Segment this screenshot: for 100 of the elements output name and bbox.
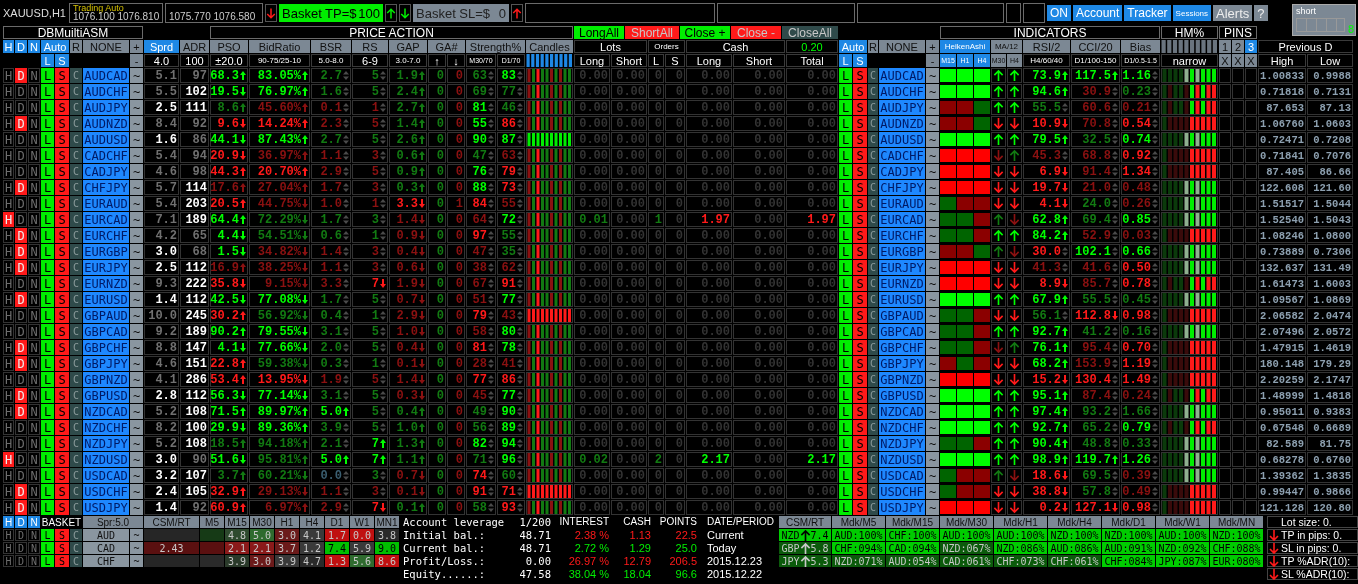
pin-cell[interactable] [1219,292,1231,307]
menu-button[interactable]: ~ [926,148,939,163]
c-button[interactable]: C [70,324,82,339]
pin-cell[interactable] [1245,228,1257,243]
menu-button[interactable]: ~ [130,148,143,163]
short-button[interactable]: S [853,244,867,259]
menu-button[interactable]: ~ [926,180,939,195]
long-button[interactable]: L [839,452,852,467]
short-button[interactable]: S [55,260,69,275]
column-header[interactable]: GA# [428,40,465,53]
menu-button[interactable]: ~ [130,542,143,554]
short-button[interactable]: S [853,196,867,211]
short-button[interactable]: S [853,340,867,355]
basket-sl-field[interactable]: Basket SL=$ 0 [413,4,509,22]
c-button[interactable]: C [70,542,82,554]
pin-cell[interactable] [1232,148,1244,163]
symbol-button[interactable]: NZDUSD [83,452,129,467]
long-button[interactable]: L [41,404,54,419]
pin-cell[interactable] [1219,372,1231,387]
long-button[interactable]: L [839,148,852,163]
c-button[interactable]: C [868,436,878,451]
long-button[interactable]: L [839,324,852,339]
toolbar-button[interactable]: Alerts [1213,5,1253,21]
c-button[interactable]: C [868,244,878,259]
symbol-button[interactable]: EURNZD [83,276,129,291]
pin-cell[interactable] [1219,436,1231,451]
pin-cell[interactable] [1219,500,1231,515]
symbol-button[interactable]: NZDCAD [83,404,129,419]
symbol-button[interactable]: CADCHF [879,148,925,163]
menu-button[interactable]: ~ [130,324,143,339]
pin-cell[interactable] [1232,244,1244,259]
flag-toggle[interactable]: H [3,324,14,339]
c-button[interactable]: C [868,196,878,211]
flag-toggle[interactable]: N [28,164,40,179]
pin-cell[interactable] [1219,260,1231,275]
filter-button[interactable]: N [28,40,40,53]
menu-button[interactable]: ~ [926,100,939,115]
currency-button[interactable]: CAD [83,542,129,554]
c-button[interactable]: C [70,404,82,419]
menu-button[interactable]: ~ [130,84,143,99]
flag-toggle[interactable]: N [28,356,40,371]
flag-toggle[interactable]: H [3,148,14,163]
remove-button[interactable]: - [926,54,939,67]
pin-cell[interactable] [1232,324,1244,339]
c-button[interactable]: C [70,436,82,451]
pin-cell[interactable] [1219,388,1231,403]
flag-toggle[interactable]: D [15,276,27,291]
pin-cell[interactable] [1245,164,1257,179]
flag-toggle[interactable]: H [3,372,14,387]
menu-button[interactable]: ~ [926,372,939,387]
symbol-button[interactable]: AUDJPY [879,100,925,115]
pin-cell[interactable] [1232,116,1244,131]
pin-cell[interactable] [1219,132,1231,147]
auto-button[interactable]: Auto [839,40,867,53]
flag-toggle[interactable]: H [3,308,14,323]
flag-toggle[interactable]: D [15,260,27,275]
short-button[interactable]: S [853,68,867,83]
filter-button[interactable]: H [3,40,14,53]
symbol-button[interactable]: AUDJPY [83,100,129,115]
menu-button[interactable]: ~ [926,228,939,243]
flag-toggle[interactable]: D [15,292,27,307]
action-button[interactable]: Close - [731,26,781,39]
short-button[interactable]: S [853,148,867,163]
symbol-button[interactable]: GBPCAD [879,324,925,339]
symbol-button[interactable]: GBPCHF [83,340,129,355]
pin-cell[interactable] [1219,116,1231,131]
c-button[interactable]: C [70,372,82,387]
menu-button[interactable]: ~ [926,452,939,467]
short-button[interactable]: S [853,308,867,323]
pin-cell[interactable] [1219,308,1231,323]
flag-toggle[interactable]: H [3,356,14,371]
pin-cell[interactable] [1232,292,1244,307]
short-button[interactable]: S [55,452,69,467]
add-button[interactable]: + [926,40,939,53]
pin-cell[interactable] [1219,100,1231,115]
flag-toggle[interactable]: D [15,388,27,403]
column-header[interactable]: BidRatio [249,40,310,53]
pin-cell[interactable] [1232,212,1244,227]
column-header[interactable]: MA/12 [991,40,1022,53]
short-button[interactable]: S [55,276,69,291]
flag-toggle[interactable]: D [15,116,27,131]
short-button[interactable]: S [55,555,69,567]
c-button[interactable]: C [70,260,82,275]
flag-toggle[interactable]: H [3,420,14,435]
symbol-button[interactable]: AUDCAD [879,68,925,83]
c-button[interactable]: C [70,484,82,499]
short-button[interactable]: S [853,372,867,387]
c-button[interactable]: C [868,420,878,435]
symbol-button[interactable]: GBPNZD [83,372,129,387]
symbol-button[interactable]: EURCHF [879,228,925,243]
pin-cell[interactable] [1219,452,1231,467]
menu-button[interactable]: ~ [130,260,143,275]
short-button[interactable]: S [55,484,69,499]
flag-toggle[interactable]: N [28,244,40,259]
flag-toggle[interactable]: D [15,452,27,467]
menu-button[interactable]: ~ [926,388,939,403]
flag-toggle[interactable]: H [3,244,14,259]
flag-toggle[interactable]: D [15,68,27,83]
long-button[interactable]: L [41,388,54,403]
c-button[interactable]: C [868,68,878,83]
